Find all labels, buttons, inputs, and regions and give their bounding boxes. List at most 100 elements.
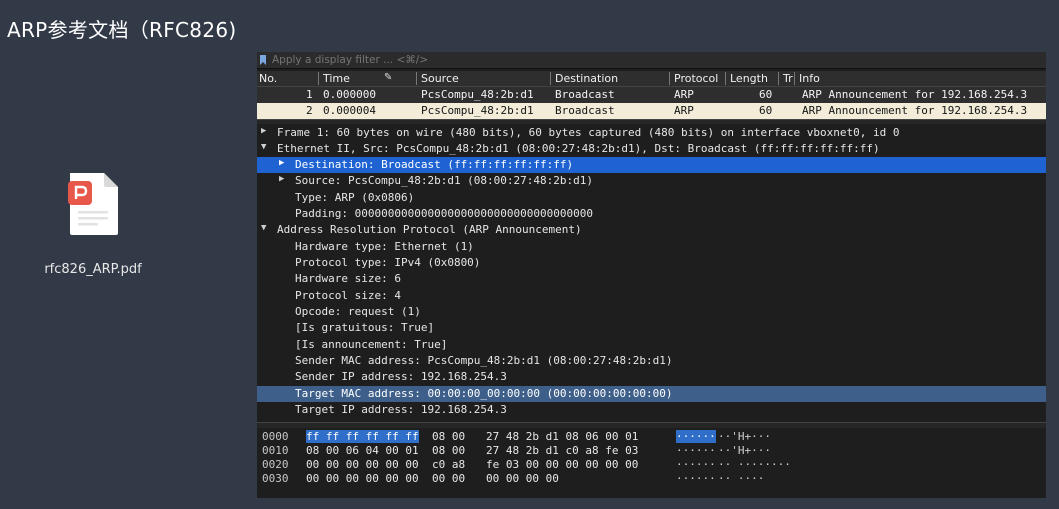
packet-list-header: No. Time ✎ Source Destination Protocol L… xyxy=(257,71,1046,87)
detail-text: Sender MAC address: PcsCompu_48:2b:d1 (0… xyxy=(295,354,673,367)
packet-time: 0.000000 xyxy=(323,88,376,101)
detail-row-is-announcement[interactable]: [Is announcement: True] xyxy=(257,337,1046,353)
bookmark-icon[interactable] xyxy=(260,55,266,65)
detail-row-padding[interactable]: Padding: 0000000000000000000000000000000… xyxy=(257,206,1046,222)
detail-row-type[interactable]: Type: ARP (0x0806) xyxy=(257,190,1046,206)
detail-row-sender-mac[interactable]: Sender MAC address: PcsCompu_48:2b:d1 (0… xyxy=(257,353,1046,369)
collapse-arrow-icon[interactable]: ▼ xyxy=(261,142,266,152)
packet-no: 2 xyxy=(306,104,313,117)
expand-arrow-icon[interactable]: ▶ xyxy=(279,174,284,184)
hex-offset: 0030 xyxy=(262,472,289,485)
column-header-no[interactable]: No. xyxy=(259,72,277,85)
ascii[interactable]: ··'H+··· xyxy=(718,444,771,457)
detail-text: Frame 1: 60 bytes on wire (480 bits), 60… xyxy=(277,126,900,139)
pdf-file-icon[interactable] xyxy=(66,171,120,237)
column-header-protocol[interactable]: Protocol xyxy=(669,72,718,85)
hex-offset: 0010 xyxy=(262,444,289,457)
packet-protocol: ARP xyxy=(674,88,694,101)
hex-offset: 0020 xyxy=(262,458,289,471)
ascii[interactable]: ·· ········ xyxy=(718,458,791,471)
detail-text: Padding: 0000000000000000000000000000000… xyxy=(295,207,594,220)
hex-bytes[interactable]: 00 00 xyxy=(432,472,465,485)
detail-row-frame[interactable]: ▶ Frame 1: 60 bytes on wire (480 bits), … xyxy=(257,125,1046,141)
packet-row[interactable]: 1 0.000000 PcsCompu_48:2b:d1 Broadcast A… xyxy=(257,87,1046,103)
column-header-tr[interactable]: Tr xyxy=(778,72,793,85)
detail-row-ethernet[interactable]: ▼ Ethernet II, Src: PcsCompu_48:2b:d1 (0… xyxy=(257,141,1046,157)
detail-text: Protocol size: 4 xyxy=(295,289,401,302)
detail-row-protocol-size[interactable]: Protocol size: 4 xyxy=(257,288,1046,304)
detail-text: [Is gratuitous: True] xyxy=(295,321,435,334)
hex-bytes[interactable]: c0 a8 xyxy=(432,458,465,471)
detail-text: Ethernet II, Src: PcsCompu_48:2b:d1 (08:… xyxy=(277,142,880,155)
packet-info: ARP Announcement for 192.168.254.3 xyxy=(802,88,1028,101)
detail-text: Source: PcsCompu_48:2b:d1 (08:00:27:48:2… xyxy=(295,174,594,187)
hex-bytes[interactable]: 27 48 2b d1 08 06 00 01 xyxy=(486,430,638,443)
slide-title: ARP参考文档（RFC826) xyxy=(7,18,237,42)
hex-dump-pane: 0000 ff ff ff ff ff ff 08 00 27 48 2b d1… xyxy=(257,428,1046,498)
expand-arrow-icon[interactable]: ▶ xyxy=(279,158,284,168)
detail-row-hardware-size[interactable]: Hardware size: 6 xyxy=(257,271,1046,287)
packet-no: 1 xyxy=(306,88,313,101)
detail-text: Sender IP address: 192.168.254.3 xyxy=(295,370,507,383)
file-name-label[interactable]: rfc826_ARP.pdf xyxy=(37,262,149,277)
ascii[interactable]: ······ xyxy=(676,472,716,485)
detail-row-source[interactable]: ▶ Source: PcsCompu_48:2b:d1 (08:00:27:48… xyxy=(257,173,1046,189)
detail-text: Target IP address: 192.168.254.3 xyxy=(295,403,507,416)
packet-details-pane: ▶ Frame 1: 60 bytes on wire (480 bits), … xyxy=(257,124,1046,422)
packet-destination: Broadcast xyxy=(555,88,615,101)
detail-text: Target MAC address: 00:00:00_00:00:00 (0… xyxy=(295,387,673,400)
hex-offset: 0000 xyxy=(262,430,289,443)
hex-bytes[interactable]: 00 00 00 00 xyxy=(486,472,559,485)
display-filter-bar xyxy=(257,52,1046,69)
packet-length: 60 xyxy=(759,88,773,101)
collapse-arrow-icon[interactable]: ▼ xyxy=(261,223,266,233)
detail-row-opcode[interactable]: Opcode: request (1) xyxy=(257,304,1046,320)
packet-length: 60 xyxy=(759,104,773,117)
detail-row-protocol-type[interactable]: Protocol type: IPv4 (0x0800) xyxy=(257,255,1046,271)
hex-bytes[interactable]: 00 00 00 00 00 00 xyxy=(306,458,419,471)
ascii[interactable]: ······ xyxy=(676,444,716,457)
detail-text: Hardware type: Ethernet (1) xyxy=(295,240,474,253)
display-filter-input[interactable] xyxy=(272,52,1046,68)
packet-protocol: ARP xyxy=(674,104,694,117)
column-header-destination[interactable]: Destination xyxy=(550,72,618,85)
hex-bytes[interactable]: 08 00 xyxy=(432,430,465,443)
detail-row-is-gratuitous[interactable]: [Is gratuitous: True] xyxy=(257,320,1046,336)
ascii[interactable]: ······ xyxy=(676,458,716,471)
detail-row-arp[interactable]: ▼ Address Resolution Protocol (ARP Annou… xyxy=(257,222,1046,238)
column-header-source[interactable]: Source xyxy=(416,72,459,85)
hex-bytes-highlighted[interactable]: ff ff ff ff ff ff xyxy=(306,430,419,443)
packet-destination: Broadcast xyxy=(555,104,615,117)
detail-text: Opcode: request (1) xyxy=(295,305,421,318)
edit-column-icon[interactable]: ✎ xyxy=(384,72,392,83)
detail-text: Protocol type: IPv4 (0x0800) xyxy=(295,256,481,269)
detail-text: Hardware size: 6 xyxy=(295,272,401,285)
packet-info: ARP Announcement for 192.168.254.3 xyxy=(802,104,1028,117)
hex-bytes[interactable]: 27 48 2b d1 c0 a8 fe 03 xyxy=(486,444,638,457)
column-header-info[interactable]: Info xyxy=(794,72,820,85)
detail-row-target-mac-selected[interactable]: Target MAC address: 00:00:00_00:00:00 (0… xyxy=(257,386,1046,402)
detail-row-destination-selected[interactable]: ▶ Destination: Broadcast (ff:ff:ff:ff:ff… xyxy=(257,157,1046,173)
packet-source: PcsCompu_48:2b:d1 xyxy=(421,104,534,117)
ascii[interactable]: ··'H+··· xyxy=(718,430,771,443)
detail-row-sender-ip[interactable]: Sender IP address: 192.168.254.3 xyxy=(257,369,1046,385)
column-header-length[interactable]: Length xyxy=(725,72,768,85)
expand-arrow-icon[interactable]: ▶ xyxy=(261,126,266,136)
column-header-time[interactable]: Time xyxy=(318,72,350,85)
ascii[interactable]: ·· ···· xyxy=(718,472,764,485)
wireshark-window: No. Time ✎ Source Destination Protocol L… xyxy=(257,52,1046,498)
hex-bytes[interactable]: 08 00 xyxy=(432,444,465,457)
detail-row-hardware-type[interactable]: Hardware type: Ethernet (1) xyxy=(257,239,1046,255)
ascii-highlighted[interactable]: ······ xyxy=(676,430,716,443)
detail-text: Type: ARP (0x0806) xyxy=(295,191,415,204)
packet-row-selected[interactable]: 2 0.000004 PcsCompu_48:2b:d1 Broadcast A… xyxy=(257,103,1046,119)
detail-text: Destination: Broadcast (ff:ff:ff:ff:ff:f… xyxy=(295,158,574,171)
packet-time: 0.000004 xyxy=(323,104,376,117)
hex-bytes[interactable]: 08 00 06 04 00 01 xyxy=(306,444,419,457)
hex-bytes[interactable]: fe 03 00 00 00 00 00 00 xyxy=(486,458,638,471)
detail-text: Address Resolution Protocol (ARP Announc… xyxy=(277,223,582,236)
detail-text: [Is announcement: True] xyxy=(295,338,448,351)
hex-bytes[interactable]: 00 00 00 00 00 00 xyxy=(306,472,419,485)
detail-row-target-ip[interactable]: Target IP address: 192.168.254.3 xyxy=(257,402,1046,418)
packet-source: PcsCompu_48:2b:d1 xyxy=(421,88,534,101)
